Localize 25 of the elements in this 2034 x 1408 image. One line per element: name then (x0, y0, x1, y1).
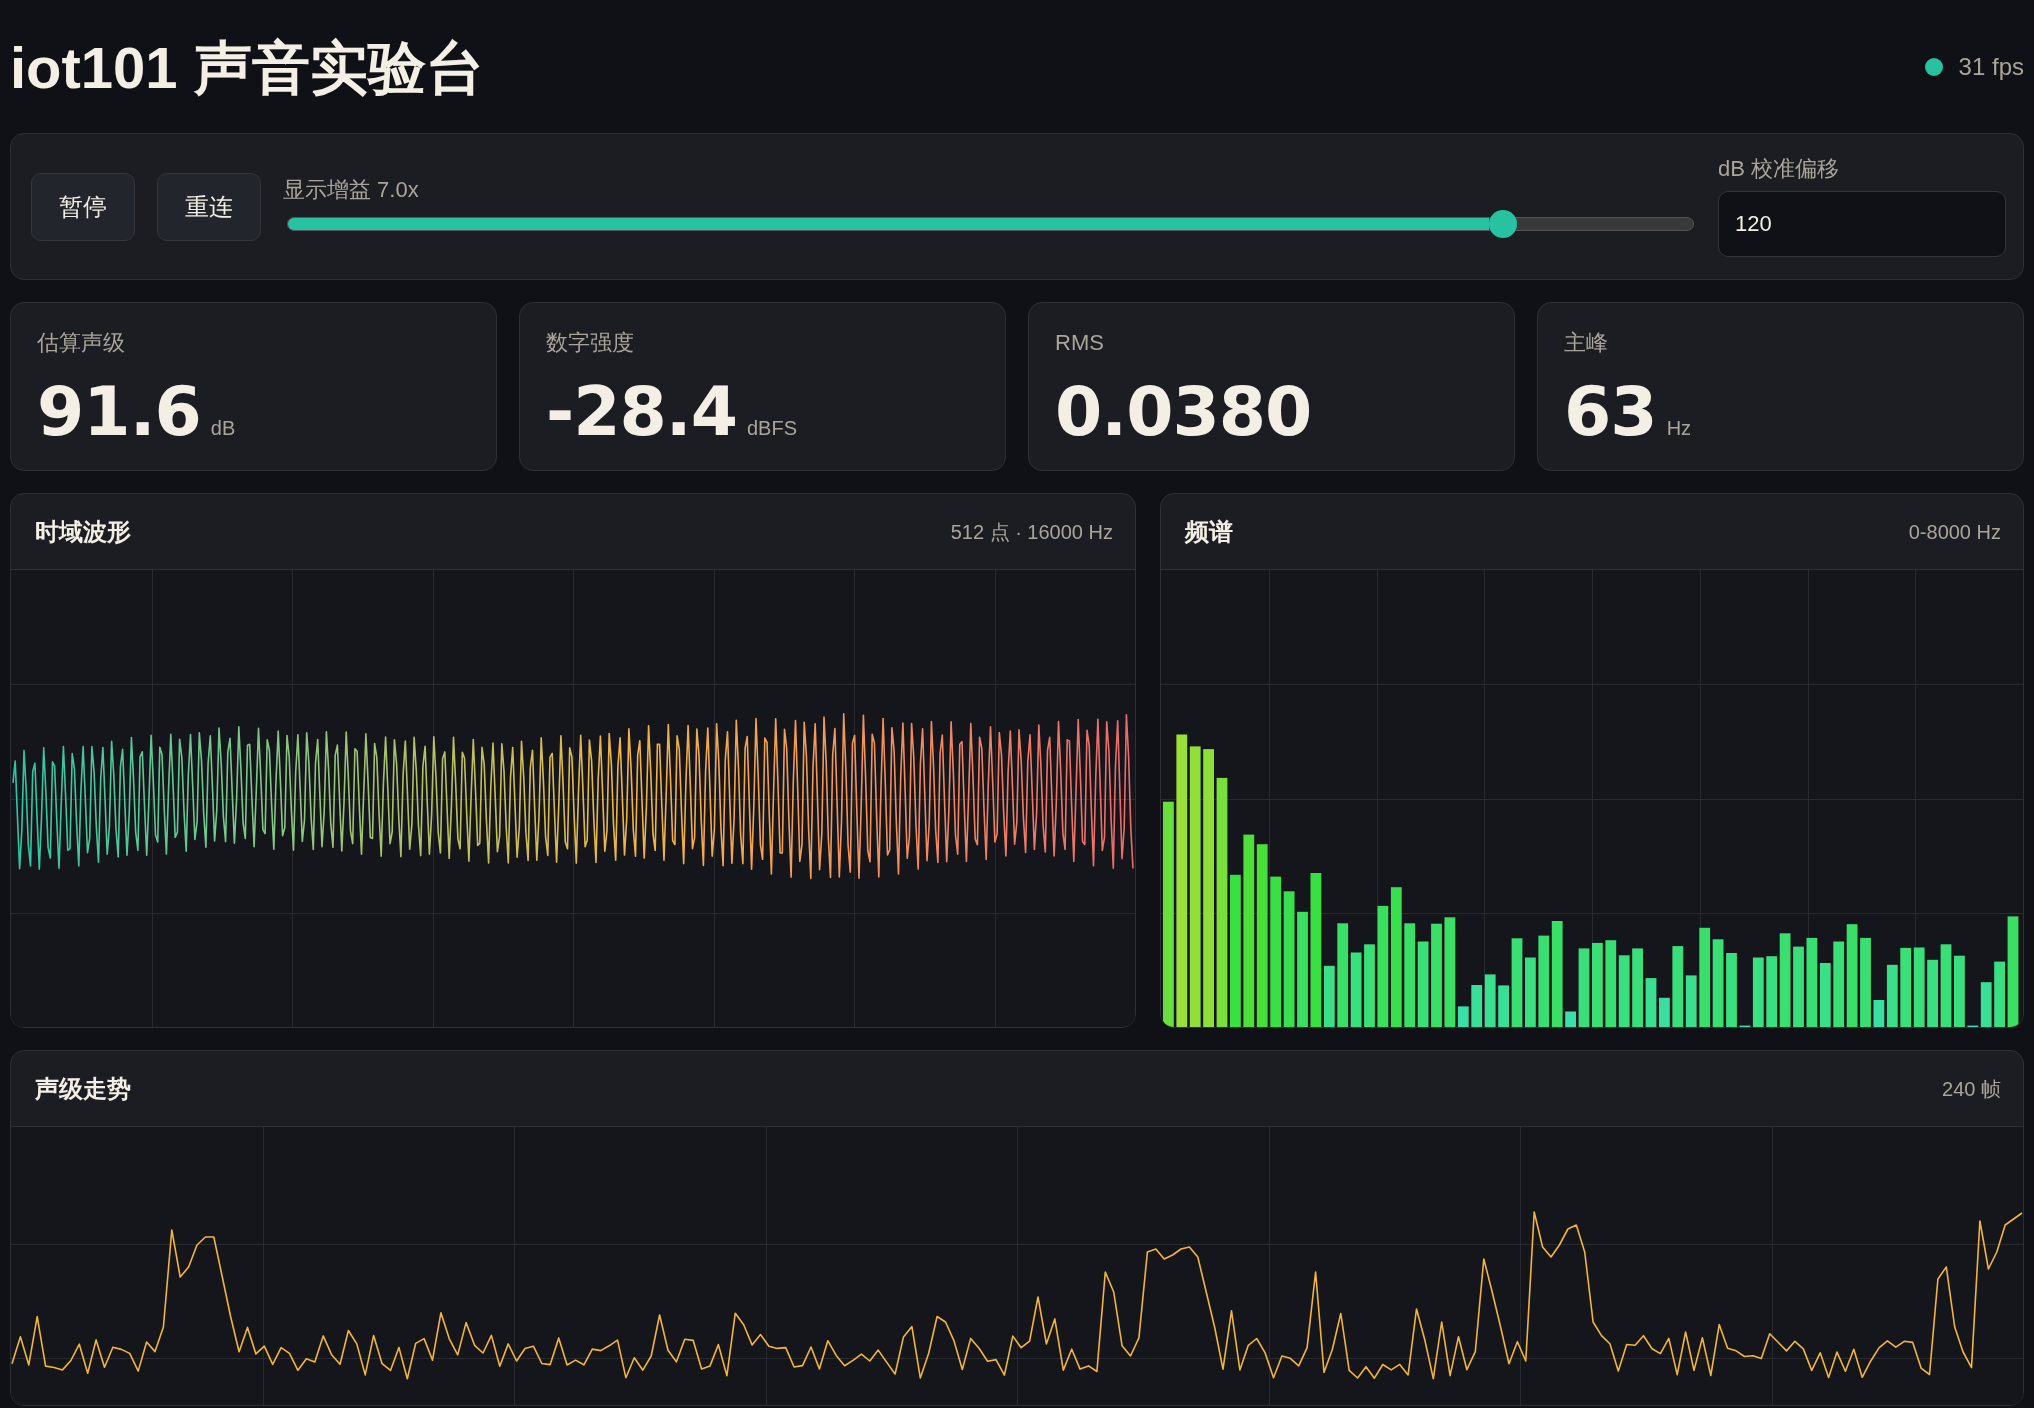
stat-label: 估算声级 (37, 330, 126, 356)
gain-label: 显示增益 7.0x (283, 176, 420, 203)
slider-thumb[interactable] (1489, 209, 1518, 238)
panel-meta: 240 帧 (1942, 1076, 2001, 1102)
panel-meta: 0-8000 Hz (1908, 519, 2001, 545)
offset-input[interactable]: 120 (1718, 191, 2006, 257)
reconnect-button[interactable]: 重连 (157, 172, 261, 241)
pause-button[interactable]: 暂停 (31, 172, 135, 241)
stat-value: 91.6 (37, 378, 201, 446)
stat-unit: Hz (1666, 416, 1692, 441)
panel-title: 声级走势 (35, 1073, 131, 1104)
fps-readout: 31 fps (1958, 53, 2024, 82)
panel-meta: 512 点 · 16000 Hz (950, 519, 1113, 545)
offset-label: dB 校准偏移 (1718, 156, 1841, 182)
stat-unit: dB (210, 416, 236, 441)
stat-value: -28.4 (546, 378, 737, 446)
stat-value: 0.0380 (1055, 378, 1312, 446)
stat-label: 主峰 (1564, 330, 1609, 356)
app-title: iot101 声音实验台 (10, 35, 484, 100)
stat-label: 数字强度 (546, 330, 635, 356)
stat-unit: dBFS (747, 416, 798, 441)
stat-value: 63 (1564, 378, 1657, 446)
stat-label: RMS (1055, 330, 1105, 356)
panel-title: 频谱 (1185, 516, 1233, 547)
panel-title: 时域波形 (35, 516, 131, 547)
